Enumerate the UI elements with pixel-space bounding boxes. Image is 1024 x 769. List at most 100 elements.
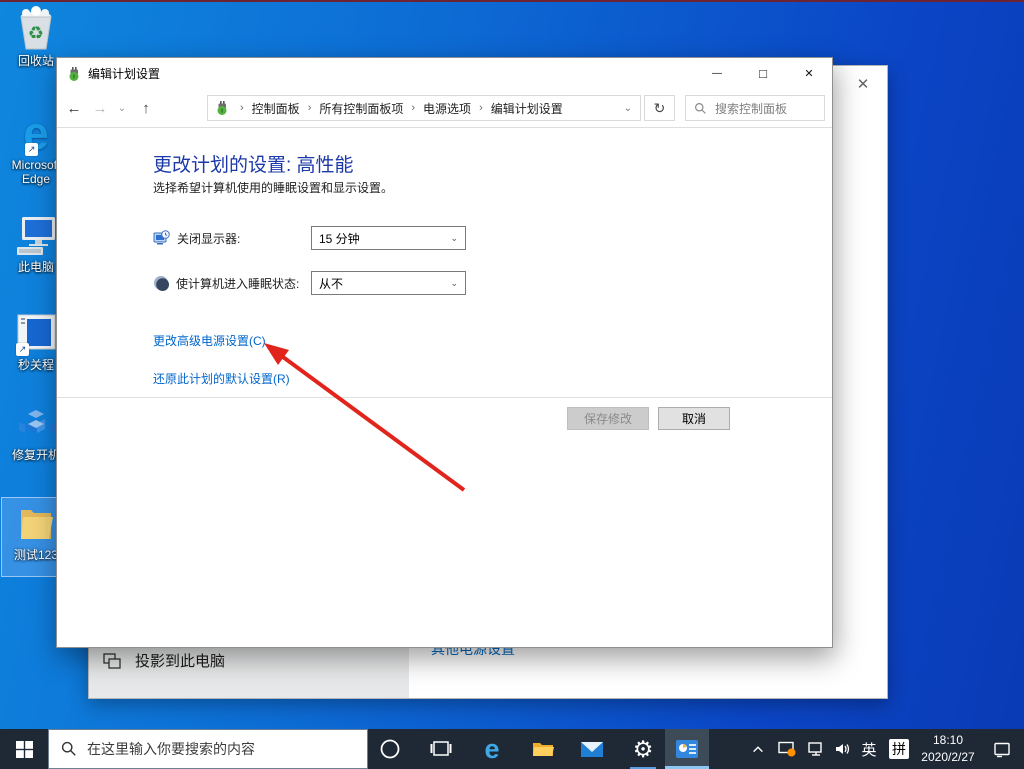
refresh-button[interactable]: ↻ <box>644 95 675 121</box>
edge-icon: e ↗ <box>23 107 49 159</box>
gear-icon: ⚙ <box>632 735 654 762</box>
cortana-button[interactable] <box>370 729 410 769</box>
tray-language-indicator[interactable]: 英 <box>856 729 882 769</box>
breadcrumb-power-options[interactable]: 电源选项 <box>421 100 473 117</box>
taskbar-active-app-button[interactable] <box>665 729 709 769</box>
desktop-icon-label: 回收站 <box>17 54 54 68</box>
breadcrumb-edit-plan[interactable]: 编辑计划设置 <box>489 100 565 117</box>
display-timeout-icon <box>153 229 170 244</box>
taskbar-edge-button[interactable]: e <box>472 729 512 769</box>
shortcut-arrow-icon: ↗ <box>25 143 39 156</box>
this-pc-icon <box>14 212 58 258</box>
breadcrumb-all-items[interactable]: 所有控制面板项 <box>317 100 405 117</box>
registry-cubes-icon <box>14 400 58 446</box>
notification-icon <box>994 742 1010 757</box>
ime-icon: 拼 <box>889 739 909 759</box>
power-options-icon <box>69 66 79 81</box>
windows-logo-icon <box>15 740 33 758</box>
start-button[interactable] <box>0 729 48 769</box>
language-label: 英 <box>861 741 877 759</box>
maximize-button[interactable]: □ <box>740 58 786 89</box>
minimize-button[interactable]: — <box>694 58 740 89</box>
action-center-button[interactable] <box>984 729 1020 769</box>
chevron-down-icon: ⌄ <box>450 277 458 288</box>
shortcut-arrow-icon: ↗ <box>16 343 29 356</box>
edit-plan-settings-window: 编辑计划设置 — □ ✕ ← → ⌄ ↑ › 控制面板 › 所有控制面板项 › <box>56 57 833 648</box>
sidebar-item-label: 投影到此电脑 <box>135 653 226 670</box>
power-options-icon <box>217 101 227 115</box>
recycle-bin-icon: ♻ <box>14 6 58 52</box>
tray-show-hidden-button[interactable] <box>744 729 772 769</box>
tray-clock[interactable]: 18:10 2020/2/27 <box>915 729 981 769</box>
task-view-icon <box>430 741 452 756</box>
settings-close-button[interactable]: ✕ <box>853 74 873 94</box>
history-dropdown[interactable]: ⌄ <box>113 89 131 127</box>
search-placeholder: 搜索控制面板 <box>715 101 788 116</box>
restore-defaults-link[interactable]: 还原此计划的默认设置(R) <box>153 370 290 387</box>
breadcrumb-separator: › <box>479 102 483 114</box>
tray-volume-icon[interactable] <box>828 729 858 769</box>
tray-cast-status[interactable] <box>772 729 802 769</box>
address-bar[interactable]: › 控制面板 › 所有控制面板项 › 电源选项 › 编辑计划设置 ⌄ <box>207 95 641 121</box>
sidebar-item-project-to-pc[interactable]: 投影到此电脑 <box>103 650 225 671</box>
clock-date: 2020/2/27 <box>921 750 975 764</box>
save-changes-button[interactable]: 保存修改 <box>567 407 649 430</box>
taskbar-search-box[interactable]: 在这里输入你要搜索的内容 <box>48 729 368 769</box>
mail-icon <box>581 741 603 757</box>
dialog-titlebar[interactable]: 编辑计划设置 — □ ✕ <box>57 58 832 89</box>
taskbar-search-placeholder: 在这里输入你要搜索的内容 <box>87 741 255 757</box>
forward-button[interactable]: → <box>87 89 113 127</box>
sleep-select[interactable]: 从不 ⌄ <box>311 271 466 295</box>
folder-icon <box>533 743 554 756</box>
screenshot-top-edge-artifact <box>0 0 1024 2</box>
taskbar: 在这里输入你要搜索的内容 e ⚙ 英 拼 18:10 2020/2/27 <box>0 729 1024 769</box>
ime-label: 拼 <box>892 741 906 757</box>
cancel-button[interactable]: 取消 <box>658 407 730 430</box>
sleep-row: 使计算机进入睡眠状态: <box>153 271 299 295</box>
speaker-icon <box>836 744 850 754</box>
task-view-button[interactable] <box>421 729 461 769</box>
separator <box>57 397 832 398</box>
app-window-icon: ↗ <box>14 310 58 356</box>
cortana-icon <box>380 739 400 759</box>
desktop-icon-label: 修复开机 <box>11 448 60 462</box>
back-button[interactable]: ← <box>61 89 87 127</box>
page-title: 更改计划的设置: 高性能 <box>153 155 354 176</box>
tray-network-icon[interactable] <box>802 729 830 769</box>
advanced-power-settings-link[interactable]: 更改高级电源设置(C) <box>153 332 266 349</box>
dialog-title: 编辑计划设置 <box>88 67 161 81</box>
project-screens-icon <box>103 652 121 669</box>
taskbar-settings-button[interactable]: ⚙ <box>623 729 663 769</box>
address-dropdown-chevron[interactable]: ⌄ <box>624 103 640 114</box>
folder-icon <box>14 500 58 546</box>
chevron-up-icon <box>753 746 763 753</box>
breadcrumb-separator: › <box>411 102 416 114</box>
desktop-icon-label: 此电脑 <box>17 260 54 274</box>
search-icon <box>695 102 706 114</box>
chevron-down-icon: ⌄ <box>450 232 458 243</box>
breadcrumb-control-panel[interactable]: 控制面板 <box>250 100 302 117</box>
sleep-value: 从不 <box>319 276 344 291</box>
display-off-select[interactable]: 15 分钟 ⌄ <box>311 226 466 250</box>
page-subtitle: 选择希望计算机使用的睡眠设置和显示设置。 <box>153 181 394 195</box>
tray-ime-indicator[interactable]: 拼 <box>886 729 912 769</box>
breadcrumb-separator: › <box>307 102 312 114</box>
dialog-toolbar: ← → ⌄ ↑ › 控制面板 › 所有控制面板项 › 电源选项 › 编辑计划设置… <box>57 89 832 128</box>
sleep-moon-icon <box>154 276 169 291</box>
control-panel-search[interactable]: 搜索控制面板 <box>685 95 825 121</box>
display-off-label: 关闭显示器: <box>177 231 241 246</box>
taskbar-explorer-button[interactable] <box>523 729 563 769</box>
edge-icon: e <box>484 733 500 764</box>
up-button[interactable]: ↑ <box>133 89 159 127</box>
taskbar-mail-button[interactable] <box>572 729 612 769</box>
network-icon <box>808 742 822 756</box>
cast-screen-icon <box>778 741 796 757</box>
control-panel-icon <box>676 740 698 758</box>
desktop-icon-label: 测试123 <box>13 548 59 562</box>
sleep-label: 使计算机进入睡眠状态: <box>176 276 300 291</box>
desktop-icon-label: 秒关程 <box>17 358 54 372</box>
clock-time: 18:10 <box>932 733 963 748</box>
recycle-symbol-glyph: ♻ <box>28 23 44 43</box>
close-button[interactable]: ✕ <box>786 58 832 89</box>
display-off-value: 15 分钟 <box>319 231 360 246</box>
